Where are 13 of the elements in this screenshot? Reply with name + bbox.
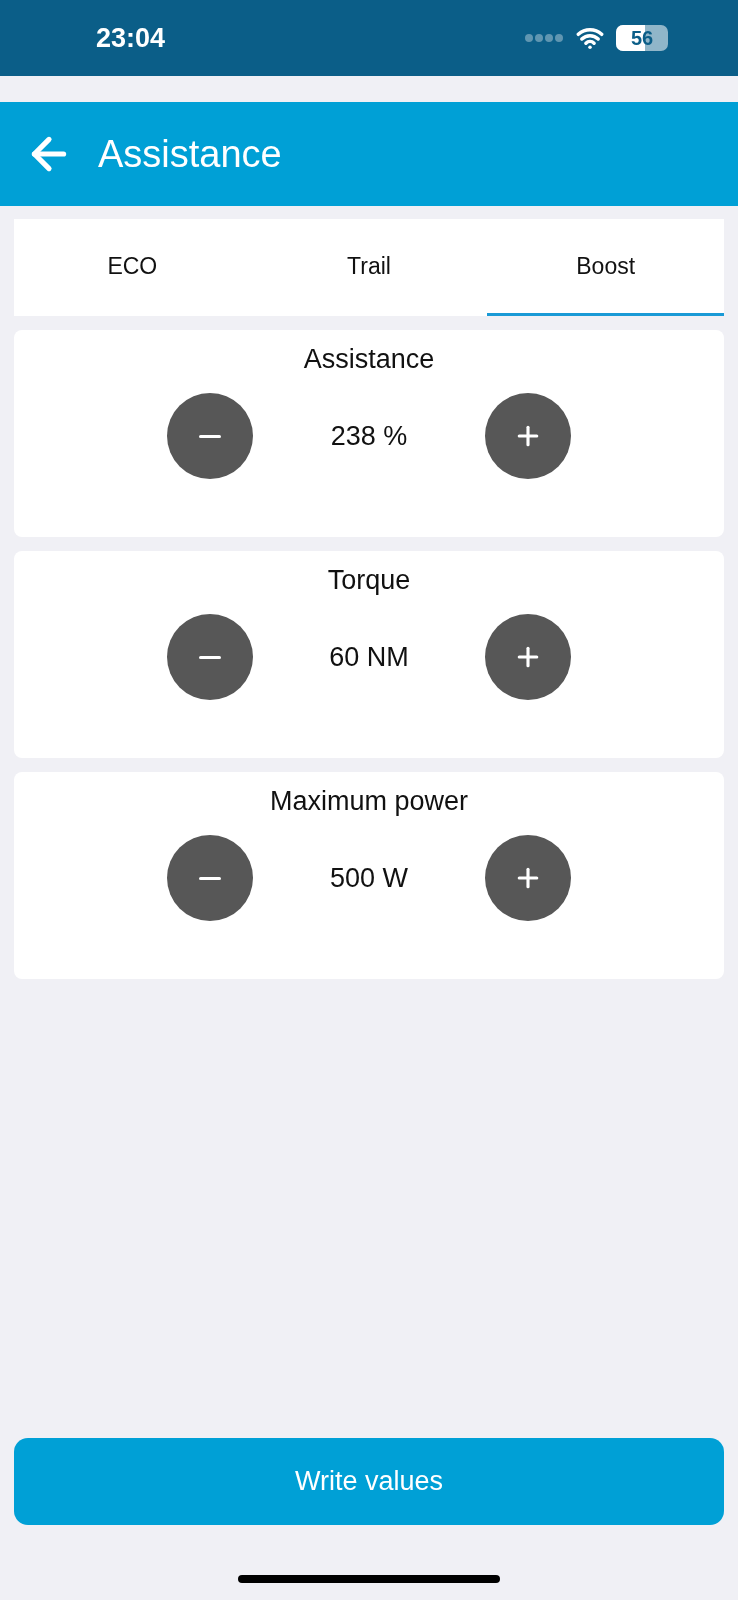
page-title: Assistance <box>98 132 282 176</box>
setting-value: 500 W <box>328 862 409 894</box>
setting-value: 238 % <box>329 420 409 452</box>
minus-icon <box>199 876 221 880</box>
setting-value: 60 NM <box>328 641 410 673</box>
setting-label: Assistance <box>303 344 435 375</box>
minus-icon <box>199 434 221 438</box>
signal-icon <box>524 33 564 43</box>
battery-icon: 56 <box>616 25 668 51</box>
status-time: 23:04 <box>96 22 167 54</box>
minus-icon <box>199 655 221 659</box>
setting-label: Torque <box>327 565 411 596</box>
setting-label: Maximum power <box>269 786 468 817</box>
